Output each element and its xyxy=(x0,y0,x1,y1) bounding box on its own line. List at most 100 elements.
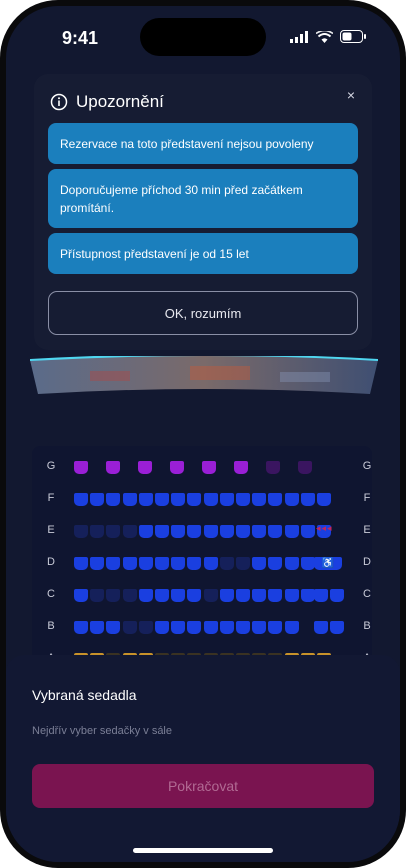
seat[interactable] xyxy=(203,493,218,506)
seat[interactable] xyxy=(171,493,186,506)
seat[interactable] xyxy=(187,525,202,538)
seat[interactable] xyxy=(203,525,218,538)
seat[interactable] xyxy=(74,461,88,474)
notice-text: Doporučujeme příchod 30 min před začátke… xyxy=(60,182,303,215)
seat[interactable] xyxy=(187,589,202,602)
seat[interactable] xyxy=(106,557,121,570)
seat[interactable] xyxy=(106,461,120,474)
seat xyxy=(219,557,234,570)
seat[interactable] xyxy=(284,589,299,602)
seat[interactable] xyxy=(236,589,250,602)
seat[interactable] xyxy=(138,589,153,602)
row-label-d: D xyxy=(47,556,55,568)
seat[interactable] xyxy=(252,589,267,602)
seat[interactable] xyxy=(171,557,186,570)
seat[interactable] xyxy=(122,557,137,570)
selected-seats-hint: Nejdřív vyber sedačky v sále xyxy=(32,725,172,737)
seat xyxy=(203,589,218,602)
seat[interactable] xyxy=(155,557,169,570)
seat[interactable] xyxy=(122,493,137,506)
seat[interactable] xyxy=(138,525,153,538)
seat[interactable] xyxy=(268,557,283,570)
seat[interactable] xyxy=(252,621,267,634)
seat[interactable] xyxy=(74,589,88,602)
seat[interactable] xyxy=(219,525,234,538)
seat[interactable] xyxy=(171,589,186,602)
seat[interactable] xyxy=(284,525,299,538)
seat[interactable] xyxy=(234,461,248,474)
seat xyxy=(90,589,105,602)
seat[interactable] xyxy=(268,621,283,634)
seat[interactable] xyxy=(203,557,218,570)
seat[interactable] xyxy=(300,557,315,570)
info-icon xyxy=(50,93,68,111)
row-label-b: B xyxy=(363,620,371,632)
seat[interactable] xyxy=(155,589,169,602)
seat[interactable] xyxy=(236,621,250,634)
seat[interactable] xyxy=(138,461,152,474)
wheelchair-seat[interactable]: ♿ xyxy=(314,557,342,570)
seat[interactable] xyxy=(314,621,328,634)
close-icon[interactable]: × xyxy=(340,84,362,106)
row-label-g: G xyxy=(362,460,372,472)
seat[interactable] xyxy=(187,621,202,634)
seat[interactable] xyxy=(268,525,283,538)
seat[interactable] xyxy=(219,589,234,602)
seat[interactable] xyxy=(268,589,283,602)
seat[interactable] xyxy=(284,493,299,506)
seat[interactable] xyxy=(187,493,202,506)
seat[interactable] xyxy=(252,525,267,538)
seat[interactable] xyxy=(187,557,202,570)
seat[interactable] xyxy=(106,493,121,506)
seat[interactable] xyxy=(155,493,169,506)
seat[interactable] xyxy=(90,621,105,634)
row-label-c: C xyxy=(47,588,55,600)
seat[interactable] xyxy=(219,493,234,506)
seat[interactable] xyxy=(203,621,218,634)
seat[interactable] xyxy=(138,557,153,570)
row-label-d: D xyxy=(363,556,371,568)
seat[interactable] xyxy=(171,525,186,538)
wifi-icon xyxy=(316,30,333,43)
seat xyxy=(74,525,88,538)
seat[interactable] xyxy=(252,493,267,506)
seat[interactable] xyxy=(90,557,105,570)
seat[interactable] xyxy=(317,493,331,506)
seat[interactable] xyxy=(155,525,169,538)
seat[interactable] xyxy=(268,493,283,506)
row-label-c: C xyxy=(363,588,371,600)
seat[interactable] xyxy=(138,493,153,506)
seat[interactable] xyxy=(74,621,88,634)
seat[interactable] xyxy=(74,557,88,570)
seat[interactable] xyxy=(74,493,88,506)
seat[interactable] xyxy=(330,621,344,634)
seat[interactable] xyxy=(236,525,250,538)
seat xyxy=(236,557,250,570)
seat[interactable] xyxy=(90,493,105,506)
seat[interactable] xyxy=(219,621,234,634)
seat[interactable] xyxy=(155,621,169,634)
seat[interactable] xyxy=(284,557,299,570)
seat[interactable] xyxy=(300,493,315,506)
seat[interactable] xyxy=(236,493,250,506)
seat[interactable] xyxy=(170,461,184,474)
seat[interactable] xyxy=(106,621,121,634)
status-icons xyxy=(290,30,366,43)
seat[interactable] xyxy=(314,589,328,602)
notice-age-limit: Přístupnost představení je od 15 let xyxy=(48,233,358,274)
seat[interactable] xyxy=(171,621,186,634)
aisle-arrows-icon: ◂◂◂ xyxy=(316,523,333,533)
seat xyxy=(106,589,121,602)
ok-button[interactable]: OK, rozumím xyxy=(48,291,358,335)
seat[interactable] xyxy=(252,557,267,570)
seat[interactable] xyxy=(284,621,299,634)
seat[interactable] xyxy=(300,525,315,538)
continue-button[interactable]: Pokračovat xyxy=(32,764,374,808)
clock: 9:41 xyxy=(62,28,99,48)
seat[interactable] xyxy=(300,589,315,602)
row-label-b: B xyxy=(47,620,55,632)
seat[interactable] xyxy=(202,461,216,474)
phone-frame: GGFFEE◂◂◂DD♿CCBBAA 9:41 xyxy=(0,0,406,868)
seat[interactable] xyxy=(330,589,344,602)
cinema-screen-image xyxy=(30,356,378,394)
